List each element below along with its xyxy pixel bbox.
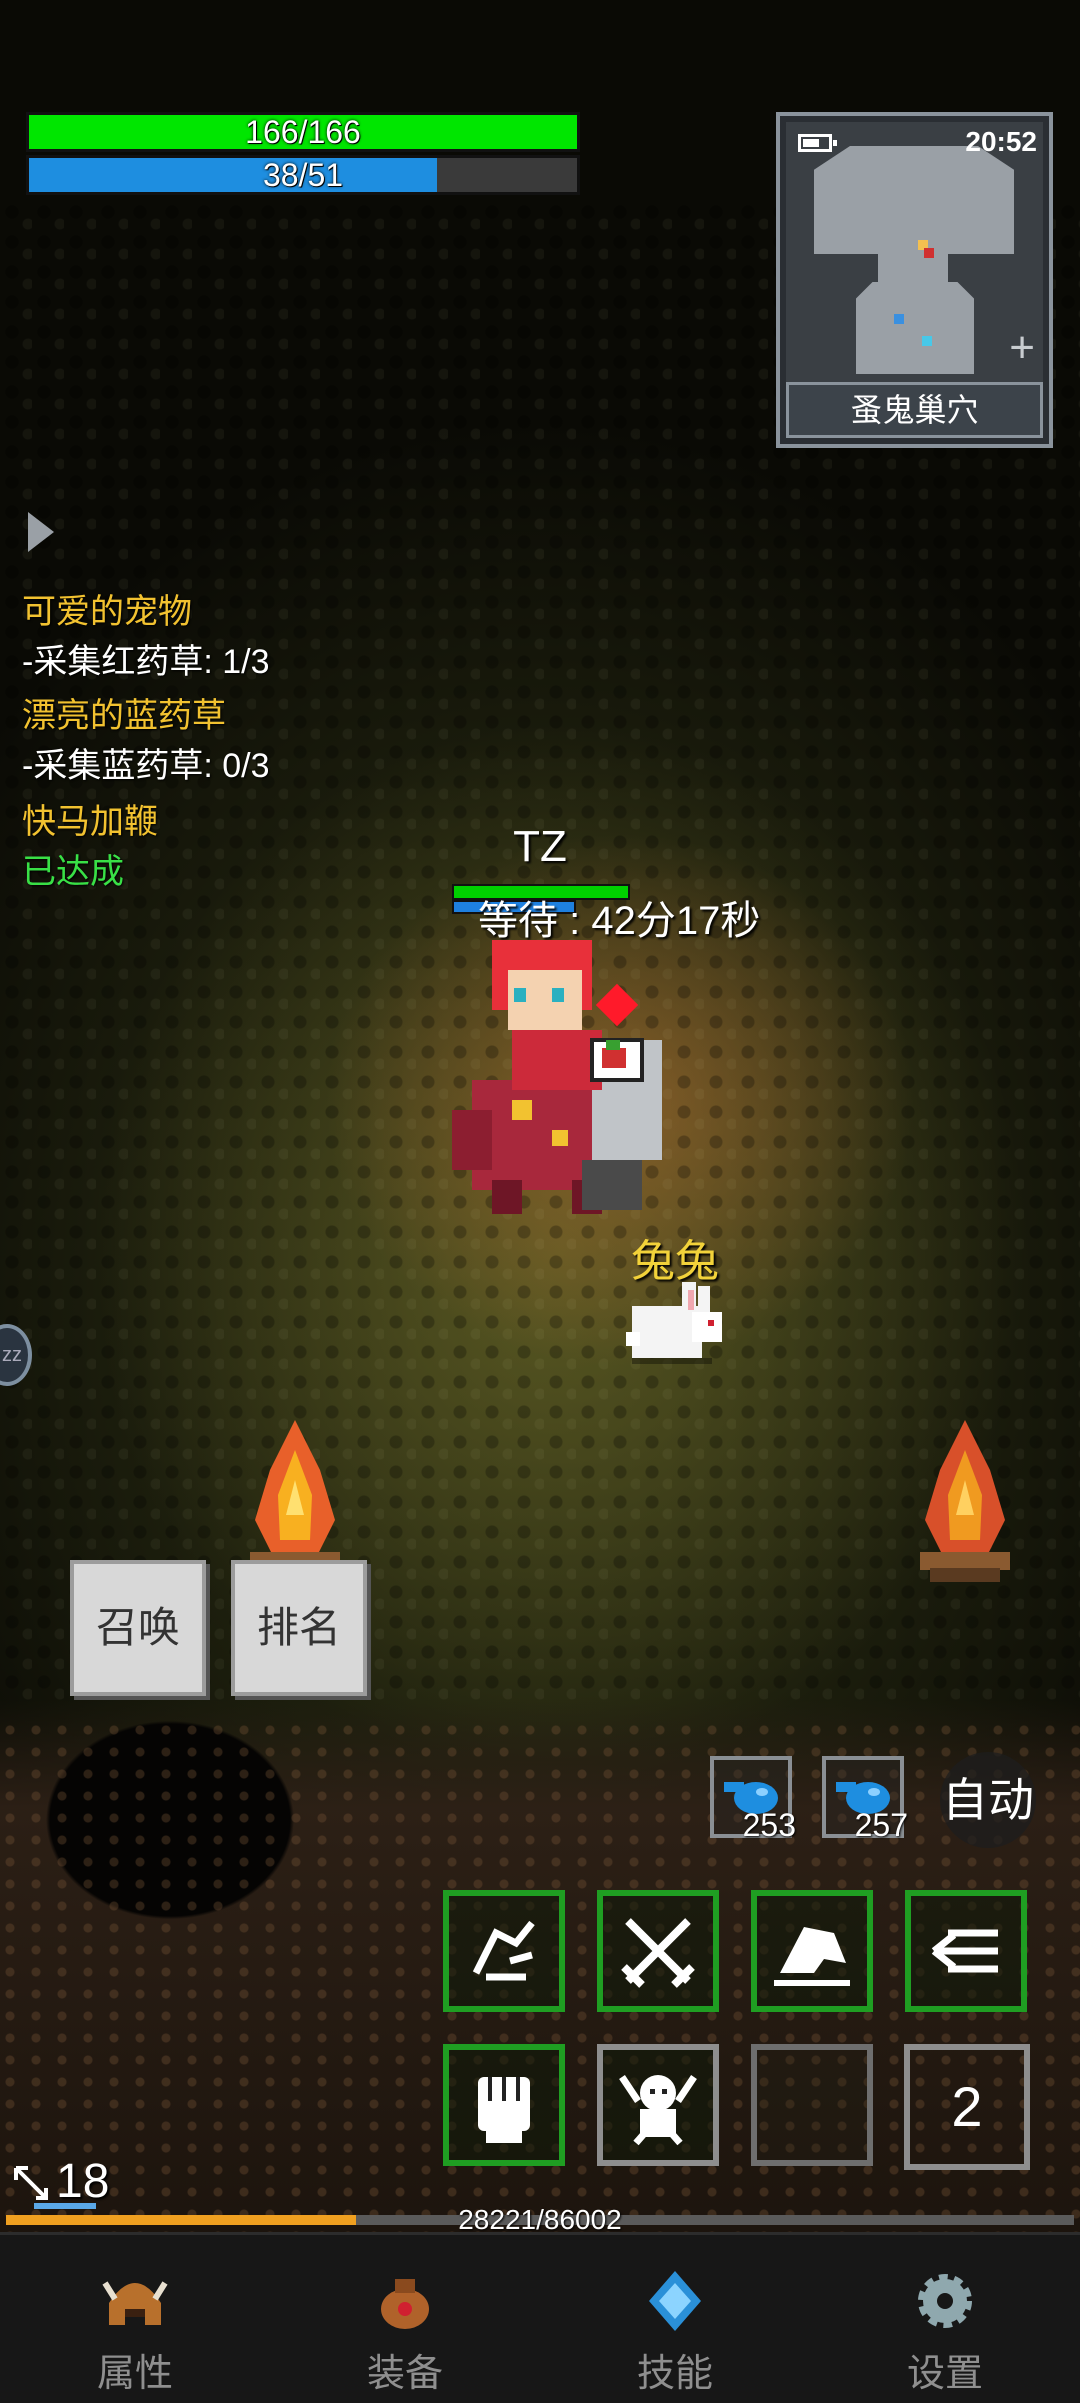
quest-toggle-icon[interactable]: [28, 512, 54, 552]
skill-slot[interactable]: [597, 1890, 719, 2012]
skill-slot[interactable]: [751, 1890, 873, 2012]
quest-detail: -采集蓝药草: 0/3: [22, 747, 270, 785]
magic-bolt-skill-icon: [472, 1920, 535, 1981]
multi-arrow-skill-icon: [931, 1929, 998, 1973]
quest-title[interactable]: 漂亮的蓝药草: [22, 688, 226, 737]
rage-skill-icon: [619, 2075, 697, 2146]
player-level: 18: [12, 2154, 109, 2209]
crossed-swords-skill-icon: [621, 1918, 695, 1988]
battery-icon: [798, 134, 837, 152]
minimap-room: [856, 282, 974, 374]
skill-slot[interactable]: [905, 1890, 1027, 2012]
hp-bar: 166/166: [26, 112, 580, 152]
skill-slot[interactable]: [443, 2044, 565, 2166]
potion-count: 253: [742, 1807, 796, 1843]
bottom-nav: 属性 装备 技能 设置: [0, 2232, 1080, 2403]
level-arrow-icon: [14, 2166, 48, 2201]
quest-detail: -采集红药草: 1/3: [22, 643, 270, 681]
location-name: 蚤鬼巢穴: [786, 382, 1043, 438]
empty-skill-slot[interactable]: [751, 2044, 873, 2166]
minimap-area: [786, 122, 1043, 384]
crystal-icon: [649, 2271, 701, 2331]
nav-settings[interactable]: 设置: [810, 2235, 1080, 2403]
charge-skill-icon: [774, 1927, 850, 1986]
campfire-left: [250, 1420, 340, 1577]
quest-title[interactable]: 快马加鞭: [22, 794, 158, 843]
player-sprite[interactable]: [452, 930, 692, 1220]
helmet-icon: [102, 2281, 168, 2325]
auto-button[interactable]: 自动: [940, 1752, 1036, 1848]
quest-title[interactable]: 可爱的宠物: [22, 584, 192, 633]
nav-label: 装备: [366, 2353, 443, 2395]
nav-label: 设置: [906, 2353, 983, 2395]
skill-slot[interactable]: [443, 1890, 565, 2012]
level-number: 18: [56, 2155, 110, 2208]
skill-page-button[interactable]: 2: [904, 2044, 1030, 2170]
mp-bar: 38/51: [26, 155, 580, 195]
gear-icon: [918, 2274, 972, 2328]
portal-marker-icon: [922, 336, 932, 346]
nav-skills[interactable]: 技能: [540, 2235, 810, 2403]
rank-button[interactable]: 排名: [231, 1560, 367, 1696]
player-name: TZ: [513, 822, 567, 871]
potion-slot[interactable]: 253: [710, 1756, 796, 1843]
clock: 20:52: [965, 126, 1037, 157]
expand-map-icon[interactable]: +: [1009, 326, 1035, 370]
fist-skill-icon: [478, 2077, 530, 2143]
potion-count: 257: [854, 1807, 908, 1843]
quest-status: 已达成: [22, 853, 124, 891]
skill-slot[interactable]: [597, 2044, 719, 2166]
bag-icon: [381, 2279, 429, 2329]
nav-label: 属性: [96, 2353, 173, 2395]
rabbit-pet-sprite[interactable]: [622, 1276, 726, 1366]
npc-marker-icon: [894, 314, 904, 324]
minimap[interactable]: 20:52 + 蚤鬼巢穴: [776, 112, 1053, 448]
player-marker-icon: [924, 248, 934, 258]
nav-attributes[interactable]: 属性: [0, 2235, 270, 2403]
minimap-room: [814, 146, 1014, 254]
nav-label: 技能: [636, 2353, 713, 2395]
campfire-right: [920, 1420, 1010, 1582]
summon-button[interactable]: 召唤: [70, 1560, 206, 1696]
nav-equipment[interactable]: 装备: [270, 2235, 540, 2403]
potion-slot[interactable]: 257: [822, 1756, 908, 1843]
mp-text: 38/51: [262, 157, 344, 193]
hp-text: 166/166: [245, 114, 361, 150]
